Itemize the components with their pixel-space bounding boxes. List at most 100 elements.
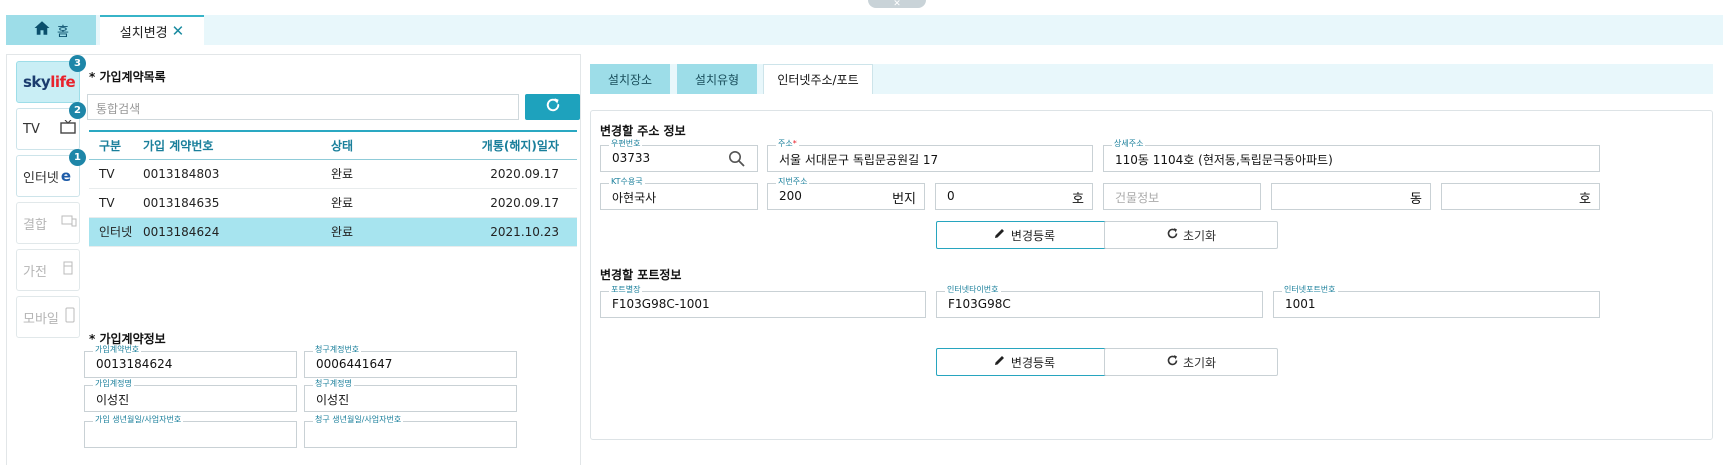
port-register-button[interactable]: 변경등록 bbox=[936, 348, 1112, 376]
field-label: 청구계정번호 bbox=[313, 345, 362, 355]
tab-internet-address-port[interactable]: 인터넷주소/포트 bbox=[763, 64, 873, 94]
left-panel: skylife 3 TV 2 인터넷 e 1 결합 가전 모바일 * 가입계약목… bbox=[6, 54, 581, 465]
close-icon[interactable]: ✕ bbox=[172, 22, 185, 40]
mobile-phone-icon bbox=[65, 307, 75, 327]
reset-icon bbox=[1166, 354, 1179, 370]
address-field[interactable]: 주소* 서울 서대문구 독립문공원길 17 bbox=[767, 139, 1093, 172]
side-nav-label: 가전 bbox=[23, 264, 47, 280]
side-nav-skylife[interactable]: skylife 3 bbox=[16, 55, 86, 103]
field-label: 청구계정명 bbox=[313, 379, 354, 389]
port-section-title: 변경할 포트정보 bbox=[600, 268, 682, 282]
field-value: 서울 서대문구 독립문공원길 17 bbox=[779, 153, 939, 167]
tab-install-type[interactable]: 설치유형 bbox=[677, 64, 757, 94]
ho-field[interactable]: 호 bbox=[1441, 183, 1600, 210]
field-value: F103G98C bbox=[948, 297, 1011, 311]
panel-collapse-handle[interactable]: ✕ bbox=[868, 0, 926, 9]
cell-type: TV bbox=[89, 188, 141, 218]
field-label: 인터넷타이번호 bbox=[945, 285, 1001, 295]
port-reset-button[interactable]: 초기화 bbox=[1104, 348, 1278, 376]
refresh-button[interactable] bbox=[525, 94, 580, 120]
zip-code-field[interactable]: 우편번호 03733 bbox=[600, 139, 758, 172]
table-row[interactable]: TV 0013184803 완료 2020.09.17 bbox=[89, 159, 577, 189]
pencil-icon bbox=[993, 354, 1006, 370]
side-nav-bundle[interactable]: 결합 bbox=[16, 202, 80, 244]
contract-number-field[interactable]: 가입계약번호 0013184624 bbox=[84, 345, 297, 378]
column-header: 상태 bbox=[331, 130, 451, 160]
subscriber-birth-field[interactable]: 가입 생년월일/사업자번호 bbox=[84, 415, 297, 448]
cell-date: 2020.09.17 bbox=[451, 188, 577, 218]
field-value: 0013184624 bbox=[96, 357, 173, 371]
field-value: 0006441647 bbox=[316, 357, 393, 371]
field-value: 아현국사 bbox=[612, 191, 657, 205]
field-value: 이성진 bbox=[96, 393, 130, 407]
field-value: 이성진 bbox=[316, 393, 350, 407]
cell-number: 0013184803 bbox=[141, 159, 331, 189]
cell-status: 완료 bbox=[331, 159, 451, 189]
field-label: KT수용국 bbox=[609, 177, 645, 187]
search-icon[interactable] bbox=[728, 150, 745, 171]
right-panel: 설치장소 설치유형 인터넷주소/포트 변경할 주소 정보 우편번호 03733 … bbox=[582, 54, 1723, 465]
side-nav-tv[interactable]: TV 2 bbox=[16, 102, 86, 150]
cell-type: TV bbox=[89, 159, 141, 189]
tab-install-change-label: 설치변경 bbox=[119, 25, 168, 41]
field-label: 청구 생년월일/사업자번호 bbox=[313, 415, 404, 425]
lot-address-field[interactable]: 지번주소 200 번지 bbox=[767, 177, 925, 210]
address-reset-button[interactable]: 초기화 bbox=[1104, 221, 1278, 249]
side-nav-appliance[interactable]: 가전 bbox=[16, 249, 80, 291]
home-icon bbox=[33, 19, 51, 41]
building-info-field[interactable]: 건물정보 bbox=[1103, 183, 1261, 210]
cell-status: 완료 bbox=[331, 217, 451, 247]
field-suffix: 번지 bbox=[892, 192, 916, 207]
dong-field[interactable]: 동 bbox=[1271, 183, 1431, 210]
skylife-logo: skylife bbox=[23, 73, 76, 91]
billing-birth-field[interactable]: 청구 생년월일/사업자번호 bbox=[304, 415, 517, 448]
button-label: 변경등록 bbox=[1010, 355, 1056, 370]
top-tab-bar: 홈 설치변경 ✕ bbox=[6, 15, 1723, 45]
port-field[interactable]: 포트별장 F103G98C-1001 bbox=[600, 285, 926, 318]
billing-name-field[interactable]: 청구계정명 이성진 bbox=[304, 379, 517, 412]
count-badge: 1 bbox=[69, 149, 86, 166]
tv-icon bbox=[60, 119, 76, 138]
count-badge: 3 bbox=[69, 55, 86, 72]
field-value: 03733 bbox=[612, 151, 651, 165]
field-value: 0 bbox=[947, 189, 955, 203]
tab-install-location[interactable]: 설치장소 bbox=[590, 64, 670, 94]
internet-tie-number-field[interactable]: 인터넷타이번호 F103G98C bbox=[936, 285, 1263, 318]
internet-explorer-icon: e bbox=[60, 167, 72, 185]
subscriber-name-field[interactable]: 가입계정명 이성진 bbox=[84, 379, 297, 412]
address-register-button[interactable]: 변경등록 bbox=[936, 221, 1112, 249]
change-form-box: 변경할 주소 정보 우편번호 03733 주소* 서울 서대문구 독립문공원길 … bbox=[590, 110, 1713, 440]
kt-office-field[interactable]: KT수용국 아현국사 bbox=[600, 177, 758, 210]
side-nav-label: 인터넷 bbox=[23, 170, 59, 186]
field-value: 110동 1104호 (현저동,독립문극동아파트) bbox=[1115, 153, 1333, 167]
side-nav-mobile[interactable]: 모바일 bbox=[16, 296, 80, 338]
field-label: 우편번호 bbox=[609, 139, 643, 149]
ho-number-field[interactable]: 0 호 bbox=[935, 183, 1093, 210]
tab-install-change[interactable]: 설치변경 ✕ bbox=[100, 15, 204, 45]
button-label: 초기화 bbox=[1182, 228, 1217, 243]
detail-address-field[interactable]: 상세주소 110동 1104호 (현저동,독립문극동아파트) bbox=[1103, 139, 1600, 172]
table-row[interactable]: TV 0013184635 완료 2020.09.17 bbox=[89, 188, 577, 218]
field-value: F103G98C-1001 bbox=[612, 297, 710, 311]
pencil-icon bbox=[993, 227, 1006, 243]
field-suffix: 호 bbox=[1072, 192, 1084, 207]
field-suffix: 호 bbox=[1579, 192, 1591, 207]
address-section-title: 변경할 주소 정보 bbox=[600, 124, 686, 138]
side-nav-label: 결합 bbox=[23, 217, 47, 233]
refresh-icon bbox=[544, 96, 562, 118]
billing-account-number-field[interactable]: 청구계정번호 0006441647 bbox=[304, 345, 517, 378]
cell-type: 인터넷 bbox=[89, 217, 141, 247]
column-header: 구분 bbox=[89, 130, 141, 160]
field-label: 지번주소 bbox=[776, 177, 810, 187]
tab-home-label: 홈 bbox=[57, 24, 69, 40]
side-nav-internet[interactable]: 인터넷 e 1 bbox=[16, 149, 86, 197]
tab-home[interactable]: 홈 bbox=[6, 15, 96, 45]
side-nav-label: TV bbox=[23, 121, 40, 137]
cell-number: 0013184624 bbox=[141, 217, 331, 247]
internet-port-number-field[interactable]: 인터넷포트번호 1001 bbox=[1273, 285, 1600, 318]
field-placeholder: 건물정보 bbox=[1115, 191, 1160, 205]
reset-icon bbox=[1166, 227, 1179, 243]
table-row-selected[interactable]: 인터넷 0013184624 완료 2021.10.23 bbox=[89, 217, 577, 247]
cell-number: 0013184635 bbox=[141, 188, 331, 218]
search-input[interactable]: 통합검색 bbox=[87, 94, 519, 120]
